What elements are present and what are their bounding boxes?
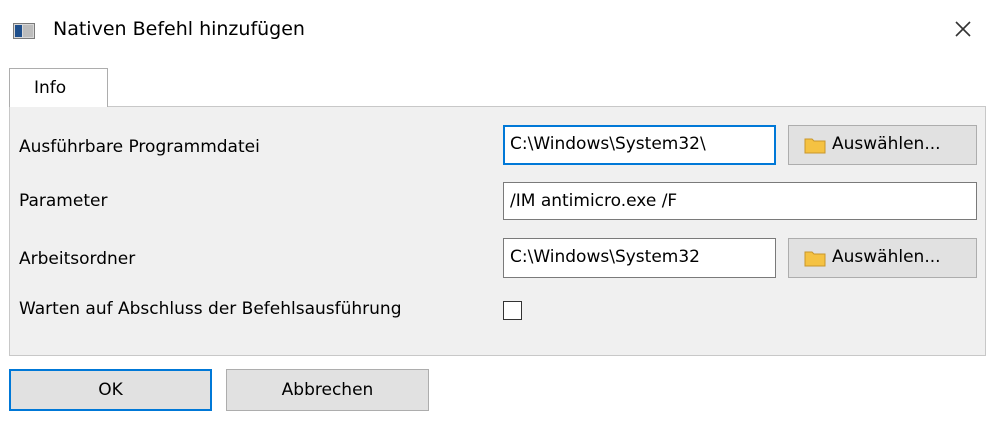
wait-checkbox[interactable] <box>503 301 522 320</box>
working-dir-browse-button[interactable]: Auswählen... <box>788 238 977 278</box>
folder-icon <box>804 251 826 267</box>
ok-button[interactable]: OK <box>9 369 212 411</box>
folder-icon <box>804 138 826 154</box>
parameter-label: Parameter <box>19 191 108 211</box>
working-dir-label: Arbeitsordner <box>19 249 136 269</box>
parameter-input[interactable]: /IM antimicro.exe /F <box>503 182 977 220</box>
close-icon[interactable] <box>948 14 978 44</box>
executable-browse-label: Auswählen... <box>832 134 941 154</box>
tab-info-label: Info <box>34 78 67 98</box>
cancel-button[interactable]: Abbrechen <box>226 369 429 411</box>
tab-info[interactable]: Info <box>9 68 108 107</box>
app-window-icon <box>13 23 35 39</box>
wait-label: Warten auf Abschluss der Befehlsausführu… <box>19 299 402 319</box>
working-dir-browse-label: Auswählen... <box>832 247 941 267</box>
executable-browse-button[interactable]: Auswählen... <box>788 125 977 165</box>
executable-label: Ausführbare Programmdatei <box>19 137 260 157</box>
window-title: Nativen Befehl hinzufügen <box>53 18 305 40</box>
title-bar: Nativen Befehl hinzufügen <box>0 0 987 58</box>
executable-input[interactable]: C:\Windows\System32\ <box>503 125 776 165</box>
working-dir-input[interactable]: C:\Windows\System32 <box>503 238 776 278</box>
